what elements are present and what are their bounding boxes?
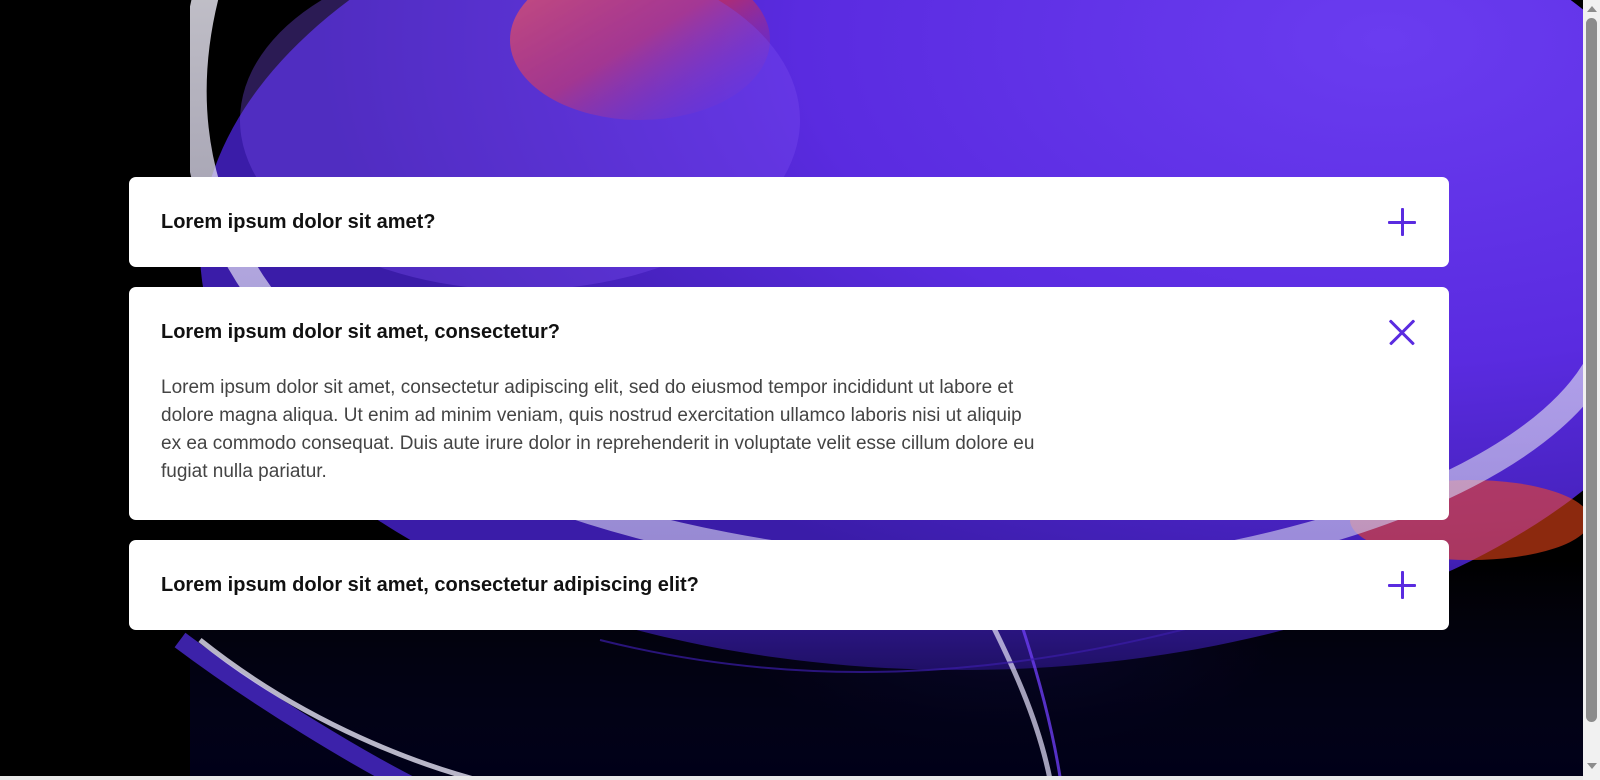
close-icon[interactable] xyxy=(1387,317,1417,347)
faq-question-toggle[interactable]: Lorem ipsum dolor sit amet? xyxy=(129,177,1449,267)
faq-list: Lorem ipsum dolor sit amet? Lorem ipsum … xyxy=(129,177,1449,650)
faq-item: Lorem ipsum dolor sit amet, consectetur … xyxy=(129,540,1449,630)
plus-icon[interactable] xyxy=(1387,570,1417,600)
faq-question-text: Lorem ipsum dolor sit amet, consectetur … xyxy=(161,573,699,596)
page: Lorem ipsum dolor sit amet? Lorem ipsum … xyxy=(0,0,1600,780)
faq-question-text: Lorem ipsum dolor sit amet? xyxy=(161,210,436,233)
bottom-edge xyxy=(0,776,1583,780)
faq-item: Lorem ipsum dolor sit amet? xyxy=(129,177,1449,267)
faq-question-toggle[interactable]: Lorem ipsum dolor sit amet, consectetur … xyxy=(129,540,1449,630)
faq-answer: Lorem ipsum dolor sit amet, consectetur … xyxy=(161,377,1035,482)
plus-icon[interactable] xyxy=(1387,207,1417,237)
scroll-up-arrow-icon[interactable] xyxy=(1587,6,1597,12)
faq-question-toggle[interactable]: Lorem ipsum dolor sit amet, consectetur? xyxy=(129,287,1449,377)
faq-question-text: Lorem ipsum dolor sit amet, consectetur? xyxy=(161,320,560,343)
scroll-down-arrow-icon[interactable] xyxy=(1587,763,1597,769)
vertical-scrollbar[interactable] xyxy=(1583,0,1600,780)
faq-item: Lorem ipsum dolor sit amet, consectetur?… xyxy=(129,287,1449,520)
scroll-thumb[interactable] xyxy=(1586,18,1597,722)
